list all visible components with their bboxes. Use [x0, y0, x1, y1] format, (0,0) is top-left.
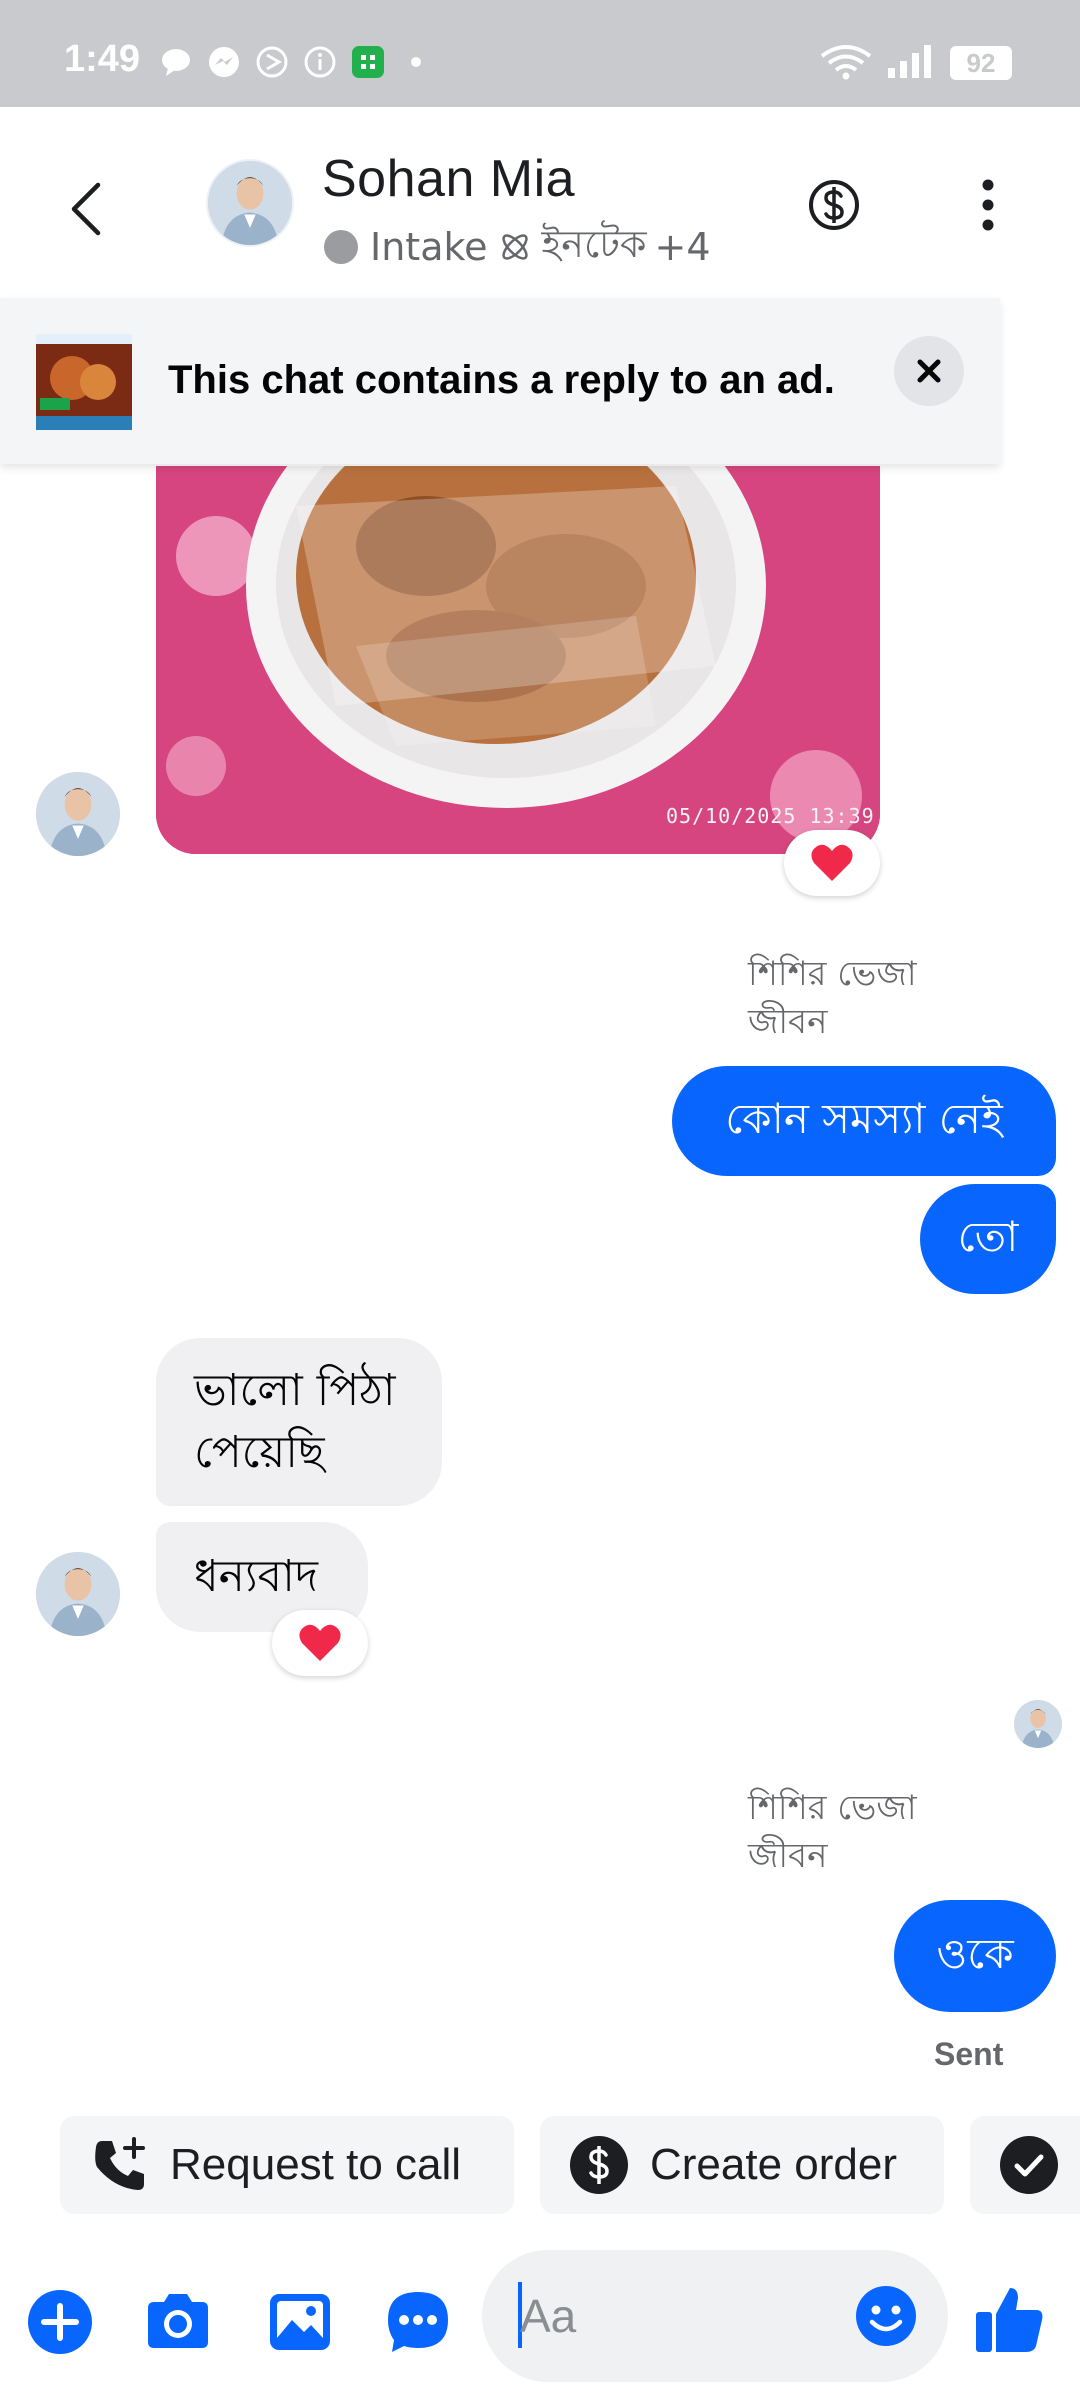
message-composer[interactable]: [482, 2250, 948, 2382]
camera-icon[interactable]: [142, 2286, 214, 2358]
message-input[interactable]: [520, 2280, 850, 2352]
ad-thumbnail[interactable]: [36, 334, 132, 430]
outgoing-message[interactable]: কোন সমস্যা নেই: [672, 1066, 1056, 1176]
plus-icon[interactable]: [24, 2286, 96, 2358]
label-tag-icon: [501, 234, 528, 260]
image-icon[interactable]: [264, 2286, 336, 2358]
dollar-circle-icon: [570, 2136, 628, 2194]
status-time: 1:49: [64, 38, 141, 80]
avatar-portrait-icon: [36, 772, 120, 856]
battery-icon: 92: [950, 46, 1012, 80]
sender-label-line: শিশির ভেজা: [748, 954, 917, 994]
outgoing-message[interactable]: তো: [920, 1184, 1056, 1294]
label-intake: Intake: [370, 225, 488, 269]
read-receipt-avatar: [1014, 1700, 1062, 1748]
sender-label: শিশির ভেজা জীবন: [748, 1784, 917, 1880]
reaction-heart[interactable]: [272, 1610, 368, 1676]
ad-banner-text: This chat contains a reply to an ad.: [168, 358, 835, 402]
no-sign-icon: [256, 46, 288, 78]
avatar-portrait-icon: [208, 161, 292, 245]
sent-status: Sent: [934, 2036, 1004, 2072]
thumbs-up-icon[interactable]: [972, 2280, 1048, 2356]
back-icon[interactable]: [60, 167, 116, 251]
close-button[interactable]: [894, 336, 964, 406]
contact-subtitle[interactable]: Intake ইনটেক +4: [324, 215, 711, 279]
outgoing-message[interactable]: ওকে: [894, 1900, 1056, 2012]
ad-image-icon: [36, 334, 132, 430]
mark-done-button[interactable]: [970, 2116, 1080, 2214]
photo-timestamp: 05/10/2025 13:39: [666, 804, 875, 828]
check-circle-icon: [1000, 2136, 1058, 2194]
avatar[interactable]: [206, 159, 294, 247]
photo-message[interactable]: [156, 466, 880, 854]
signal-icon: [888, 45, 931, 78]
chat-more-icon[interactable]: [382, 2286, 454, 2358]
incoming-message-line: পেয়েছি: [194, 1427, 325, 1478]
create-order-button[interactable]: Create order: [540, 2116, 944, 2214]
info-icon: [304, 46, 336, 78]
request-to-call-button[interactable]: Request to call: [60, 2116, 514, 2214]
chat-bubble-icon: [162, 49, 190, 76]
incoming-message[interactable]: ভালো পিঠা পেয়েছি: [156, 1338, 442, 1506]
phone-add-icon: [95, 2137, 145, 2190]
presence-dot: [324, 230, 358, 264]
heart-icon: [299, 1624, 341, 1661]
sender-label-line: শিশির ভেজা: [748, 1788, 917, 1828]
status-bar: 1:49 92: [0, 0, 1080, 107]
avatar-portrait-icon: [1014, 1700, 1062, 1748]
avatar-portrait-icon: [36, 1552, 120, 1636]
avatar[interactable]: [36, 772, 120, 856]
chat-header: Sohan Mia Intake ইনটেক +4: [0, 107, 1080, 297]
app-icon: [352, 46, 384, 78]
incoming-message-line: ভালো পিঠা: [194, 1365, 396, 1416]
dollar-icon[interactable]: [806, 177, 862, 233]
more-vertical-icon[interactable]: [968, 173, 1008, 237]
sender-label-line: জীবন: [748, 1836, 828, 1876]
label-more: +4: [654, 225, 711, 269]
create-order-label: Create order: [650, 2140, 898, 2189]
wifi-icon: [820, 45, 872, 80]
label-intake-bn: ইনটেক: [541, 222, 647, 266]
avatar[interactable]: [36, 1552, 120, 1636]
ad-reply-banner[interactable]: This chat contains a reply to an ad.: [0, 298, 1000, 464]
sender-label: শিশির ভেজা জীবন: [748, 950, 917, 1046]
emoji-icon[interactable]: [850, 2280, 922, 2352]
pitha-photo: [156, 466, 880, 854]
contact-name[interactable]: Sohan Mia: [322, 149, 575, 209]
heart-icon: [811, 844, 853, 881]
sender-label-line: জীবন: [748, 1002, 828, 1042]
request-to-call-label: Request to call: [170, 2140, 462, 2189]
messenger-icon: [209, 47, 239, 77]
dot-icon: [411, 57, 421, 67]
reaction-heart[interactable]: [784, 830, 880, 896]
close-icon: [917, 359, 941, 383]
